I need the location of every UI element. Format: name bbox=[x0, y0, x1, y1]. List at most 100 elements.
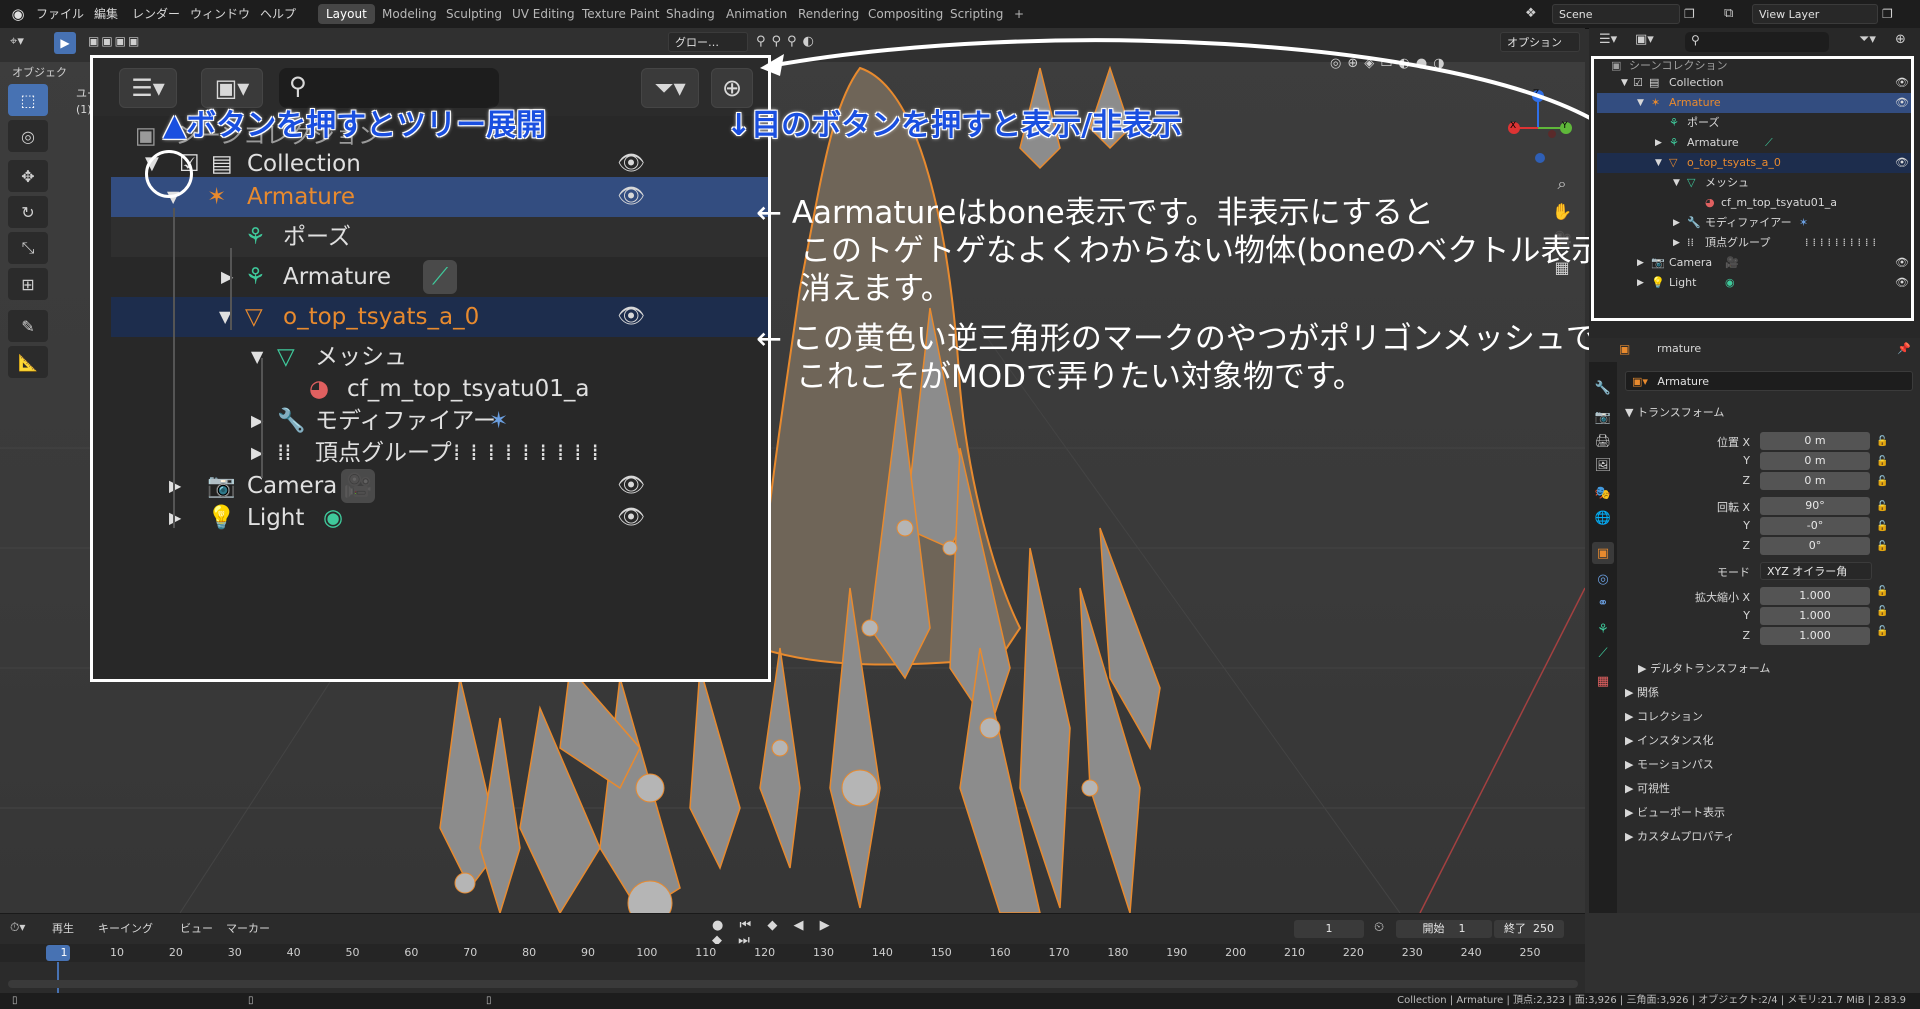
render-tab-icon[interactable]: 📷 bbox=[1592, 406, 1614, 428]
location-x-label: 位置 X bbox=[1716, 436, 1750, 449]
relations-section[interactable]: ▶ 関係 bbox=[1625, 684, 1659, 700]
zoom-icon[interactable]: ⌕ bbox=[1550, 170, 1574, 198]
viewport-display-section[interactable]: ▶ ビューポート表示 bbox=[1625, 804, 1725, 820]
menu-help[interactable]: ヘルプ bbox=[254, 4, 302, 24]
outliner-new-collection-icon[interactable]: ⊕ bbox=[1895, 32, 1915, 52]
rotation-x-field[interactable]: 90° bbox=[1760, 497, 1870, 515]
annotate-tool-icon[interactable]: ✎ bbox=[8, 310, 48, 342]
record-icon[interactable]: ● bbox=[712, 918, 729, 933]
armature-data-tab-icon[interactable]: ⚘ bbox=[1592, 618, 1614, 640]
texture-tab-icon[interactable]: ▦ bbox=[1592, 670, 1614, 692]
outliner-filter-icon[interactable]: ⏷▾ bbox=[1859, 32, 1889, 52]
transform-tool-icon[interactable]: ⊞ bbox=[8, 268, 48, 300]
transform-lock-icons[interactable]: 🔓 🔓 🔓 🔓 🔓 🔓 🔓 🔓 🔓 bbox=[1876, 432, 1906, 642]
orientation-dropdown[interactable]: グロー… bbox=[668, 32, 748, 52]
workspace-tab-modeling[interactable]: Modeling bbox=[374, 4, 445, 24]
pin-icon[interactable]: 📌 bbox=[1897, 342, 1911, 355]
start-frame-field[interactable]: 開始 1 bbox=[1396, 920, 1492, 938]
workspace-tab-shading[interactable]: Shading bbox=[658, 4, 723, 24]
rotate-tool-icon[interactable]: ↻ bbox=[8, 196, 48, 228]
view-layer-field[interactable]: View Layer bbox=[1752, 4, 1878, 24]
tool-tab-icon[interactable]: 🔧 bbox=[1592, 377, 1614, 399]
object-mode-label[interactable]: オブジェク bbox=[12, 64, 67, 80]
end-frame-field[interactable]: 終了 250 bbox=[1494, 920, 1564, 938]
move-tool-icon[interactable]: ✥ bbox=[8, 160, 48, 192]
timeline-menu-marker[interactable]: マーカー bbox=[226, 920, 270, 936]
workspace-tab-sculpting[interactable]: Sculpting bbox=[438, 4, 510, 24]
location-z-field[interactable]: 0 m bbox=[1760, 472, 1870, 490]
outliner-search-input[interactable]: ⚲ bbox=[1685, 32, 1829, 52]
location-y-field[interactable]: 0 m bbox=[1760, 452, 1870, 470]
menu-file[interactable]: ファイル bbox=[30, 4, 90, 24]
workspace-tab-layout[interactable]: Layout bbox=[318, 4, 375, 24]
outliner-display-mode-icon[interactable]: ☰▾ bbox=[1599, 32, 1629, 52]
timeline-editor-type-icon[interactable]: ⏱▾ bbox=[10, 920, 40, 938]
view-layer-icon[interactable]: ⧉ bbox=[1724, 4, 1750, 24]
view-layer-copy-icon[interactable]: ❐ bbox=[1882, 4, 1902, 24]
frame-tick-label: 180 bbox=[1107, 946, 1129, 959]
delta-transform-section[interactable]: ▶ デルタトランスフォーム bbox=[1638, 660, 1770, 676]
workspace-tab-texture-paint[interactable]: Texture Paint bbox=[574, 4, 667, 24]
rotation-z-field[interactable]: 0° bbox=[1760, 537, 1870, 555]
scene-copy-icon[interactable]: ❐ bbox=[1684, 4, 1704, 24]
pan-hand-icon[interactable]: ✋ bbox=[1550, 198, 1574, 226]
visibility-section[interactable]: ▶ 可視性 bbox=[1625, 780, 1670, 796]
scale-tool-icon[interactable]: ⤡ bbox=[8, 232, 48, 264]
object-name-field[interactable]: ▣▾ Armature bbox=[1625, 371, 1913, 391]
transform-section-header[interactable]: ▼ トランスフォーム bbox=[1625, 404, 1724, 420]
filter-funnel-icon[interactable]: ⏷▾ bbox=[641, 68, 699, 108]
object-tab-icon[interactable]: ▣ bbox=[1592, 542, 1614, 564]
callout-row-armature-data[interactable]: ▶ ⚘ Armature ⟋ bbox=[111, 257, 768, 297]
clock-icon[interactable]: ⏲ bbox=[1374, 920, 1384, 935]
measure-tool-icon[interactable]: 📐 bbox=[8, 346, 48, 378]
scale-z-field[interactable]: 1.000 bbox=[1760, 627, 1870, 645]
play-reverse-icon[interactable]: ◀ bbox=[793, 918, 809, 933]
view-layer-tab-icon[interactable]: 🖼 bbox=[1592, 454, 1614, 476]
rotation-y-field[interactable]: -0° bbox=[1760, 517, 1870, 535]
scene-tab-icon[interactable]: 🎭 bbox=[1592, 482, 1614, 504]
world-tab-icon[interactable]: 🌐 bbox=[1592, 507, 1614, 529]
timeline-scrollbar[interactable] bbox=[8, 980, 1578, 988]
cursor-tool-icon[interactable]: ◎ bbox=[8, 120, 48, 152]
select-box-icon[interactable]: ▶ bbox=[54, 32, 76, 54]
expand-arrow-icon[interactable]: ▶ bbox=[169, 498, 181, 538]
instancing-section[interactable]: ▶ インスタンス化 bbox=[1625, 732, 1714, 748]
visibility-eye-icon[interactable]: 👁 bbox=[617, 177, 645, 217]
scale-x-field[interactable]: 1.000 bbox=[1760, 587, 1870, 605]
location-x-field[interactable]: 0 m bbox=[1760, 432, 1870, 450]
rotation-mode-dropdown[interactable]: XYZ オイラー角 bbox=[1760, 562, 1872, 580]
frame-ruler[interactable]: 1 10 20 30 40 50 60 70 80 90 100 110 120 130 140 150 160… bbox=[0, 944, 1585, 962]
physics-tab-icon[interactable]: ◎ bbox=[1592, 568, 1614, 590]
callout-row-pose[interactable]: ⚘ ポーズ bbox=[111, 217, 768, 257]
select-mode-icons[interactable]: ▣▣▣▣ bbox=[88, 34, 188, 54]
select-tool-icon[interactable]: ⬚ bbox=[8, 84, 48, 116]
visibility-eye-icon[interactable]: 👁 bbox=[617, 498, 645, 538]
timeline-menu-view[interactable]: ビュー bbox=[180, 920, 213, 936]
callout-row-armature-object[interactable]: ▼ ✶ Armature 👁 bbox=[111, 177, 768, 217]
custom-properties-section[interactable]: ▶ カスタムプロパティ bbox=[1625, 828, 1735, 844]
output-tab-icon[interactable]: 🖨 bbox=[1592, 430, 1614, 452]
jump-start-icon[interactable]: ⏮ bbox=[739, 918, 757, 933]
bone-tab-icon[interactable]: ⟋ bbox=[1592, 642, 1614, 664]
menu-edit[interactable]: 編集 bbox=[88, 4, 124, 24]
callout-row-mesh-object[interactable]: ▼ ▽ o_top_tsyats_a_0 👁 bbox=[111, 297, 768, 337]
menu-window[interactable]: ウィンドウ bbox=[184, 4, 256, 24]
outliner-filter-view-icon[interactable]: ▣▾ bbox=[1635, 32, 1665, 52]
blender-logo-icon[interactable]: ◉ bbox=[8, 4, 28, 24]
visibility-eye-icon[interactable]: 👁 bbox=[617, 297, 645, 337]
editor-type-icon[interactable]: ⌖▾ bbox=[10, 34, 38, 54]
prev-keyframe-icon[interactable]: ◆ bbox=[767, 918, 783, 933]
scale-y-field[interactable]: 1.000 bbox=[1760, 607, 1870, 625]
timeline-menu-keying[interactable]: キーイング bbox=[98, 920, 153, 936]
bone-icon[interactable]: ⟋ bbox=[423, 260, 457, 294]
motion-paths-section[interactable]: ▶ モーションパス bbox=[1625, 756, 1714, 772]
callout-row-light[interactable]: ▶ 💡 Light ◉ 👁 bbox=[111, 498, 768, 538]
current-frame-field[interactable]: 1 bbox=[1294, 920, 1364, 938]
menu-render[interactable]: レンダー bbox=[126, 4, 186, 24]
constraints-tab-icon[interactable]: ⚭ bbox=[1592, 592, 1614, 614]
workspace-tab-uv-editing[interactable]: UV Editing bbox=[504, 4, 583, 24]
timeline-menu-playback[interactable]: 再生 bbox=[52, 920, 74, 936]
play-icon[interactable]: ▶ bbox=[820, 918, 836, 933]
light-data-icon[interactable]: ◉ bbox=[323, 498, 343, 538]
collections-section[interactable]: ▶ コレクション bbox=[1625, 708, 1703, 724]
